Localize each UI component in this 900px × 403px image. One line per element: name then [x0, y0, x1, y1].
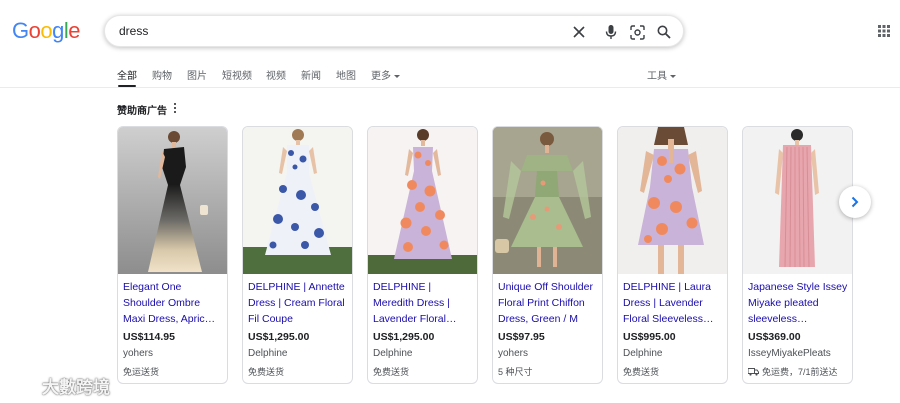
product-title[interactable]: Elegant One Shoulder Ombre Maxi Dress, A…	[123, 279, 224, 327]
tab-maps[interactable]: 地图	[336, 67, 356, 82]
active-tab-indicator	[118, 85, 136, 87]
product-seller: Delphine	[373, 348, 413, 359]
watermark-text: 大數跨境	[42, 378, 110, 397]
product-price: US$1,295.00	[373, 331, 435, 343]
product-title[interactable]: Unique Off Shoulder Floral Print Chiffon…	[498, 279, 599, 327]
product-seller: IsseyMiyakePleats	[748, 348, 831, 359]
product-seller: yohers	[498, 348, 529, 359]
product-shipping-text: 免运费，7/1前送达	[762, 367, 838, 377]
tools-label: 工具	[647, 71, 667, 82]
header: Google dress	[0, 0, 900, 60]
product-seller: Delphine	[623, 348, 663, 359]
sponsored-label: 赞助商广告	[117, 106, 167, 117]
product-image[interactable]	[743, 127, 852, 274]
logo-letter: e	[68, 18, 81, 43]
chevron-right-icon	[851, 196, 859, 208]
watermark: 大數跨境	[8, 373, 110, 398]
product-seller: Delphine	[248, 348, 288, 359]
logo-letter: o	[40, 18, 53, 43]
product-image[interactable]	[368, 127, 477, 274]
tab-more-label: 更多	[371, 71, 391, 82]
tab-all[interactable]: 全部	[117, 67, 137, 82]
search-input[interactable]: dress	[119, 24, 148, 38]
product-title[interactable]: DELPHINE | Annette Dress | Cream Floral …	[248, 279, 349, 327]
product-card[interactable]: DELPHINE | Annette Dress | Cream Floral …	[242, 126, 353, 384]
truck-icon	[748, 367, 759, 376]
product-price: US$995.00	[623, 331, 676, 343]
product-card[interactable]: DELPHINE | Meredith Dress | Lavender Flo…	[367, 126, 478, 384]
watermark-logo-icon	[9, 378, 35, 394]
tab-images[interactable]: 图片	[187, 67, 207, 82]
carousel-next-button[interactable]	[839, 186, 871, 218]
logo-letter: g	[52, 18, 64, 43]
tab-shopping[interactable]: 购物	[152, 67, 172, 82]
product-price: US$369.00	[748, 331, 801, 343]
product-shipping: 免费送货	[373, 367, 410, 377]
chevron-down-icon	[394, 74, 400, 78]
product-shipping: 免运费，7/1前送达	[748, 365, 838, 378]
chevron-down-icon	[670, 74, 676, 78]
tools-button[interactable]: 工具	[647, 67, 676, 82]
google-logo[interactable]: Google	[12, 18, 81, 44]
product-seller: yohers	[123, 348, 154, 359]
product-title[interactable]: DELPHINE | Laura Dress | Lavender Floral…	[623, 279, 724, 327]
product-title[interactable]: Japanese Style Issey Miyake pleated slee…	[748, 279, 849, 327]
product-image[interactable]	[118, 127, 227, 274]
product-shipping: 免运送货	[123, 367, 160, 377]
close-icon[interactable]	[570, 23, 588, 41]
tab-videos[interactable]: 视频	[266, 67, 286, 82]
product-image[interactable]	[493, 127, 602, 274]
product-card[interactable]: Japanese Style Issey Miyake pleated slee…	[742, 126, 853, 384]
logo-letter: G	[12, 18, 29, 43]
product-title[interactable]: DELPHINE | Meredith Dress | Lavender Flo…	[373, 279, 474, 327]
product-shipping: 免费送货	[248, 367, 285, 377]
microphone-icon[interactable]	[602, 23, 620, 41]
product-price: US$1,295.00	[248, 331, 310, 343]
product-image[interactable]	[618, 127, 727, 274]
more-options-icon[interactable]	[173, 103, 177, 114]
tab-short-videos[interactable]: 短视频	[222, 67, 252, 82]
search-box[interactable]: dress	[104, 15, 684, 47]
tab-news[interactable]: 新闻	[301, 67, 321, 82]
product-shipping: 免费送货	[623, 367, 660, 377]
search-tabs: 全部 购物 图片 短视频 视频 新闻 地图 更多 工具	[0, 62, 900, 88]
product-card[interactable]: Elegant One Shoulder Ombre Maxi Dress, A…	[117, 126, 228, 384]
logo-letter: o	[28, 18, 41, 43]
product-image[interactable]	[243, 127, 352, 274]
product-price: US$97.95	[498, 331, 545, 343]
camera-lens-icon[interactable]	[628, 23, 646, 41]
product-card[interactable]: Unique Off Shoulder Floral Print Chiffon…	[492, 126, 603, 384]
tab-more[interactable]: 更多	[371, 67, 400, 82]
search-icon[interactable]	[655, 23, 673, 41]
product-price: US$114.95	[123, 331, 175, 343]
product-shipping: 5 种尺寸	[498, 367, 533, 377]
product-card[interactable]: DELPHINE | Laura Dress | Lavender Floral…	[617, 126, 728, 384]
apps-grid-icon[interactable]	[877, 24, 891, 38]
